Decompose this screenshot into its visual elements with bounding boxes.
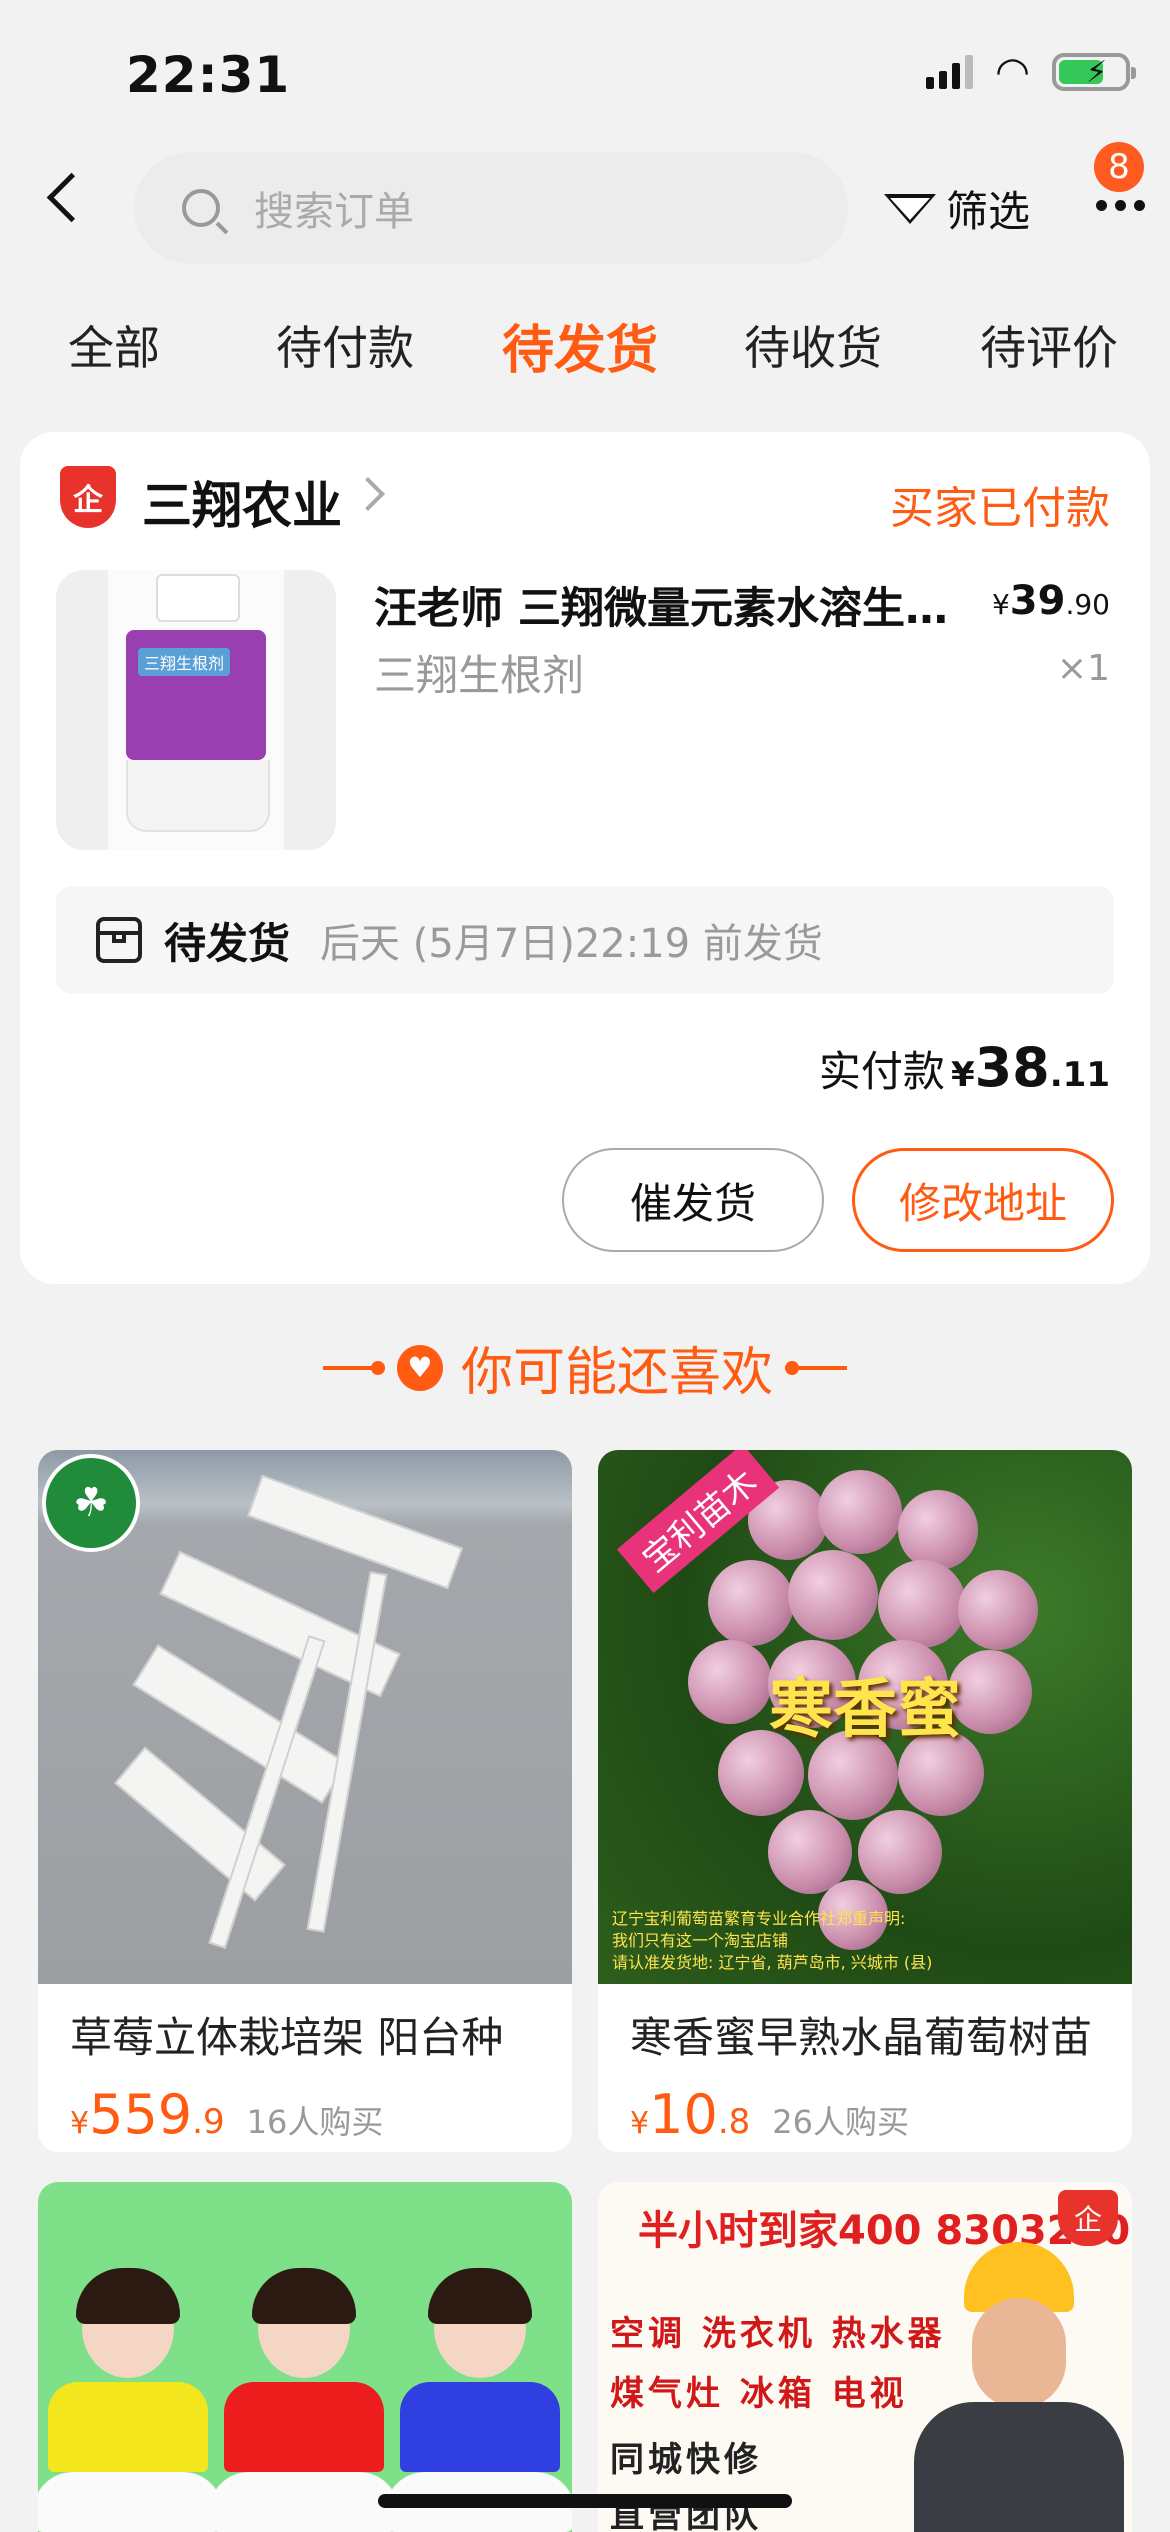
shipping-deadline: 后天 (5月7日)22:19 前发货 <box>320 921 823 967</box>
tab-pending-payment[interactable]: 待付款 <box>276 312 414 378</box>
product-image: 宝利苗木 寒香蜜 辽宁宝利葡萄苗繁育专业合作社郑重声明: 我们只有这一个淘宝店铺… <box>598 1450 1132 1984</box>
bottle-label: 三翔生根剂 <box>138 648 231 676</box>
product-thumbnail[interactable]: 三翔生根剂 <box>56 570 336 850</box>
recommend-header: ♥ 你可能还喜欢 <box>0 1330 1170 1405</box>
battery-icon: ⚡ <box>1052 53 1136 91</box>
search-placeholder: 搜索订单 <box>254 189 414 235</box>
package-icon <box>96 917 142 963</box>
tab-pending-shipment[interactable]: 待发货 <box>502 308 658 383</box>
product-image: 半小时到家400 8303220 企 空调 洗衣机 热水器 煤气灶 冰箱 电视 … <box>598 2182 1132 2532</box>
product-card[interactable]: ☘ 草莓立体栽培架 阳台种 ¥559.9 16人购买 <box>38 1450 572 2152</box>
status-icons: ◠ ⚡ <box>926 49 1136 95</box>
order-status: 买家已付款 <box>890 483 1110 534</box>
product-price: ¥10.8 26人购买 <box>630 2083 909 2146</box>
search-icon <box>182 189 220 227</box>
shipping-label: 待发货 <box>164 918 291 968</box>
decor-line <box>785 1360 847 1375</box>
ad-line: 空调 洗衣机 热水器 <box>610 2314 946 2354</box>
bottle-image: 三翔生根剂 <box>108 570 284 850</box>
shop-badge-icon: 企 <box>60 466 116 528</box>
back-icon[interactable] <box>46 172 97 223</box>
recommend-title: 你可能还喜欢 <box>460 1343 773 1403</box>
worker-image <box>914 2242 1124 2532</box>
decor-line <box>322 1360 385 1375</box>
filter-button[interactable]: 筛选 <box>884 178 1030 239</box>
product-name: 草莓立体栽培架 阳台种 <box>70 2013 504 2062</box>
signal-icon <box>926 55 974 89</box>
chevron-right-icon[interactable] <box>351 477 385 511</box>
heart-icon: ♥ <box>396 1344 443 1391</box>
filter-label: 筛选 <box>946 187 1031 236</box>
search-input[interactable]: 搜索订单 <box>134 152 848 264</box>
paid-amount: 实付款 ¥38.11 <box>818 1036 1110 1099</box>
product-name: 寒香蜜早熟水晶葡萄树苗 <box>630 2013 1093 2062</box>
product-spec: 三翔生根剂 <box>374 651 585 700</box>
tab-all[interactable]: 全部 <box>68 312 160 378</box>
product-quantity: ×1 <box>1056 648 1110 689</box>
product-price: ¥559.9 16人购买 <box>70 2083 384 2146</box>
image-title: 寒香蜜 <box>769 1673 961 1747</box>
product-title[interactable]: 汪老师 三翔微量元素水溶生根剂 <box>374 574 984 636</box>
ad-line: 煤气灶 冰箱 电视 <box>610 2374 908 2414</box>
change-address-button[interactable]: 修改地址 <box>852 1148 1114 1252</box>
shop-name[interactable]: 三翔农业 <box>142 466 342 538</box>
product-image: ☘ <box>38 1450 572 1984</box>
wifi-icon: ◠ <box>995 49 1030 95</box>
message-badge: 8 <box>1094 142 1144 192</box>
image-note: 辽宁宝利葡萄苗繁育专业合作社郑重声明: 我们只有这一个淘宝店铺 请认准发货地: … <box>612 1909 933 1972</box>
enterprise-badge-icon: 企 <box>1058 2190 1118 2246</box>
urge-shipment-button[interactable]: 催发货 <box>562 1148 824 1252</box>
filter-icon <box>884 193 936 224</box>
tab-pending-review[interactable]: 待评价 <box>980 312 1118 378</box>
product-card[interactable] <box>38 2182 572 2532</box>
product-image <box>38 2182 572 2532</box>
home-indicator[interactable] <box>378 2494 792 2508</box>
shop-logo-icon: ☘ <box>42 1454 140 1552</box>
tab-pending-receipt[interactable]: 待收货 <box>744 312 882 378</box>
product-price: ¥39.90 <box>991 578 1110 624</box>
ad-line: 同城快修 <box>610 2440 762 2480</box>
status-time: 22:31 <box>126 46 291 104</box>
product-card[interactable]: 半小时到家400 8303220 企 空调 洗衣机 热水器 煤气灶 冰箱 电视 … <box>598 2182 1132 2532</box>
order-card: 企 三翔农业 买家已付款 三翔生根剂 汪老师 三翔微量元素水溶生根剂 ¥39.9… <box>20 432 1150 1284</box>
product-card[interactable]: 宝利苗木 寒香蜜 辽宁宝利葡萄苗繁育专业合作社郑重声明: 我们只有这一个淘宝店铺… <box>598 1450 1132 2152</box>
more-icon[interactable] <box>1096 200 1145 211</box>
shipping-status-box: 待发货 后天 (5月7日)22:19 前发货 <box>56 886 1114 994</box>
